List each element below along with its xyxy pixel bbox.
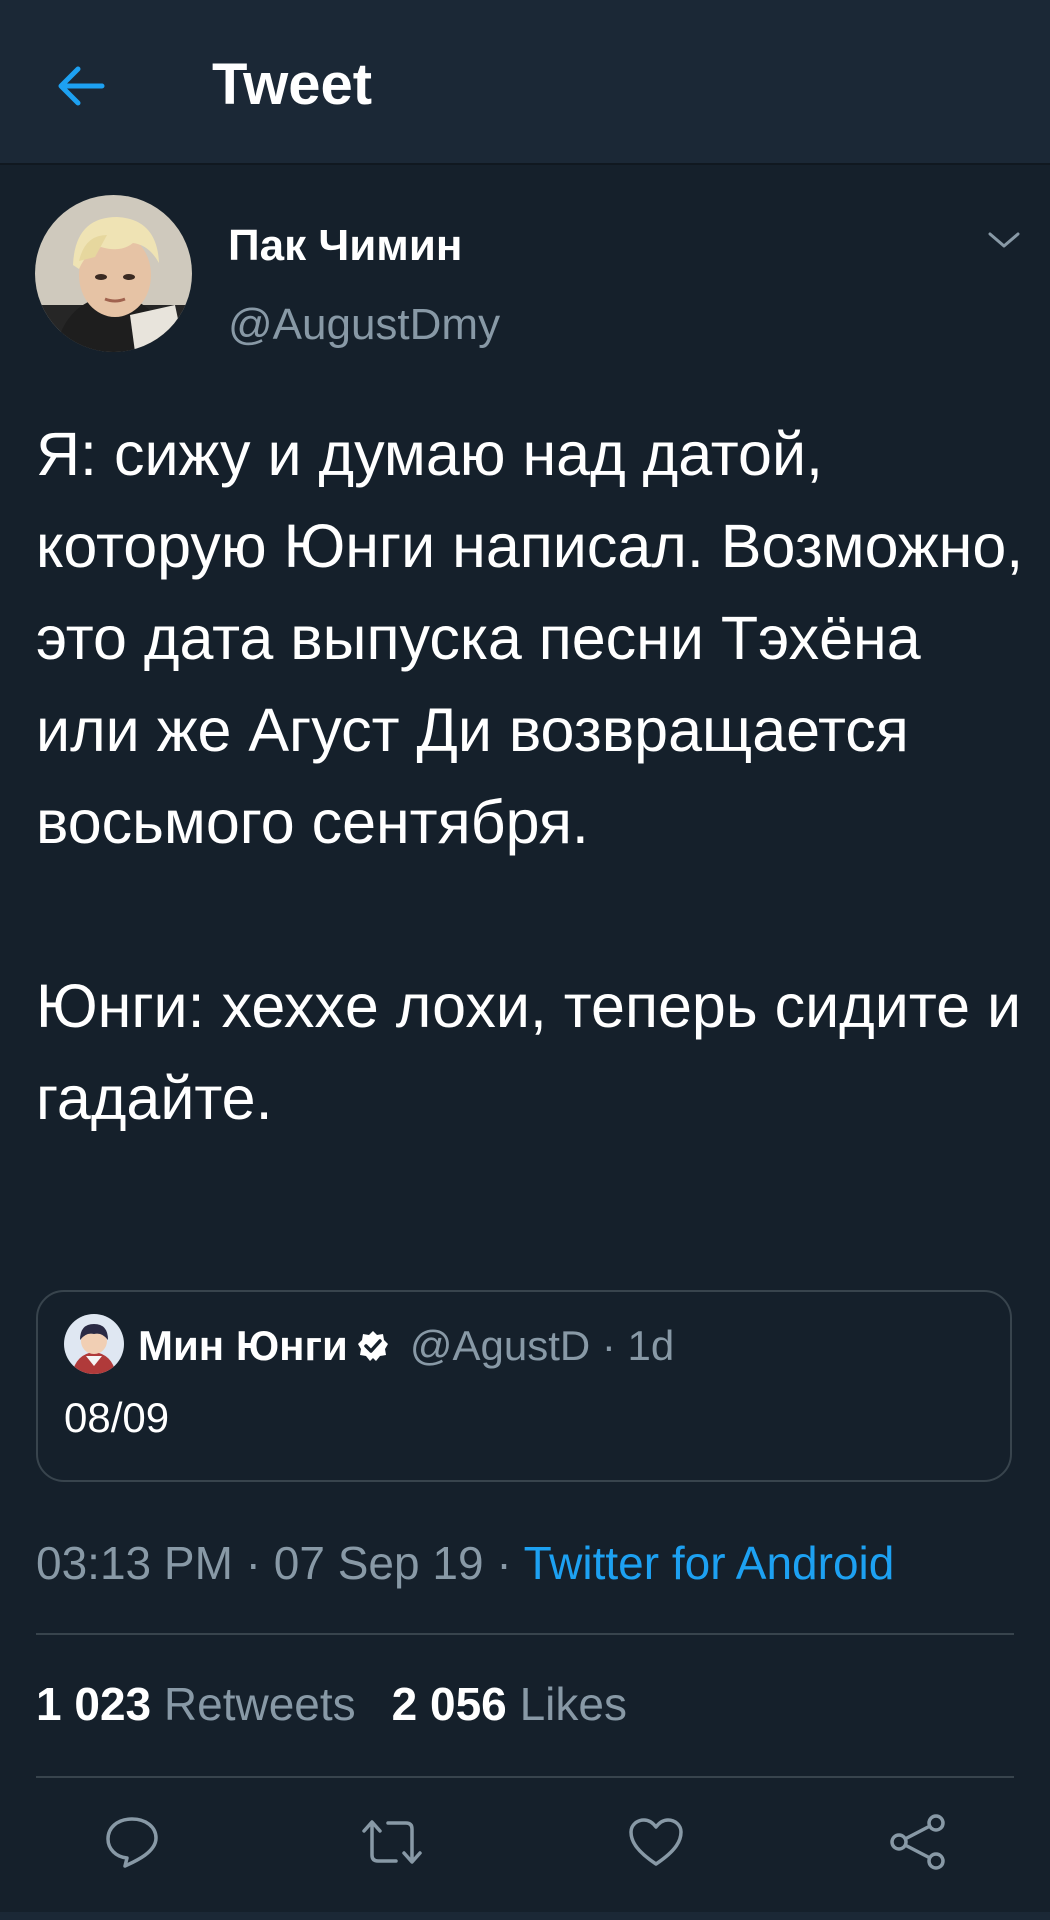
author-avatar[interactable] (35, 195, 192, 352)
chevron-down-icon (988, 232, 1020, 248)
quoted-avatar (64, 1314, 124, 1374)
quoted-separator: · (590, 1322, 628, 1369)
divider (36, 1776, 1014, 1778)
retweets-count[interactable]: 1 023 (36, 1678, 151, 1730)
back-button[interactable] (50, 55, 112, 117)
tweet-text: Я: сижу и думаю над датой, которую Юнги … (36, 420, 1024, 1132)
retweet-button[interactable] (360, 1810, 424, 1874)
like-button[interactable] (624, 1810, 688, 1874)
page-title: Tweet (212, 52, 373, 117)
top-bar: Tweet (0, 0, 1050, 165)
author-handle[interactable]: @AugustDmy (228, 300, 500, 350)
quoted-time: 1d (627, 1322, 675, 1369)
quoted-header: Мин Юнги @AgustD · 1d (138, 1320, 674, 1372)
author-name[interactable]: Пак Чимин (228, 221, 462, 271)
meta-separator: · (483, 1537, 524, 1589)
likes-count[interactable]: 2 056 (392, 1678, 507, 1730)
tweet-stats: 1 023 Retweets 2 056 Likes (36, 1676, 627, 1732)
tweet-source-link[interactable]: Twitter for Android (524, 1537, 895, 1589)
bottom-edge (0, 1912, 1050, 1920)
likes-label[interactable]: Likes (520, 1678, 627, 1730)
share-icon (890, 1814, 945, 1870)
retweet-icon (362, 1820, 422, 1864)
tweet-meta: 03:13 PM · 07 Sep 19 · Twitter for Andro… (36, 1535, 894, 1591)
share-button[interactable] (886, 1810, 950, 1874)
tweet-date: 07 Sep 19 (273, 1537, 484, 1589)
tweet-menu-button[interactable] (982, 222, 1026, 258)
quoted-author-name: Мин Юнги (138, 1322, 348, 1369)
like-icon (629, 1818, 683, 1866)
retweets-label[interactable]: Retweets (164, 1678, 356, 1730)
quoted-tweet[interactable]: Мин Юнги @AgustD · 1d 08/09 (36, 1290, 1012, 1482)
meta-separator: · (232, 1537, 274, 1589)
quoted-author-handle: @AgustD (409, 1322, 591, 1369)
arrow-left-icon (58, 66, 105, 106)
reply-button[interactable] (100, 1810, 164, 1874)
divider (36, 1633, 1014, 1635)
quoted-text: 08/09 (64, 1394, 170, 1441)
verified-badge-icon (356, 1329, 390, 1363)
tweet-time: 03:13 PM (36, 1537, 233, 1589)
reply-icon (106, 1817, 158, 1868)
